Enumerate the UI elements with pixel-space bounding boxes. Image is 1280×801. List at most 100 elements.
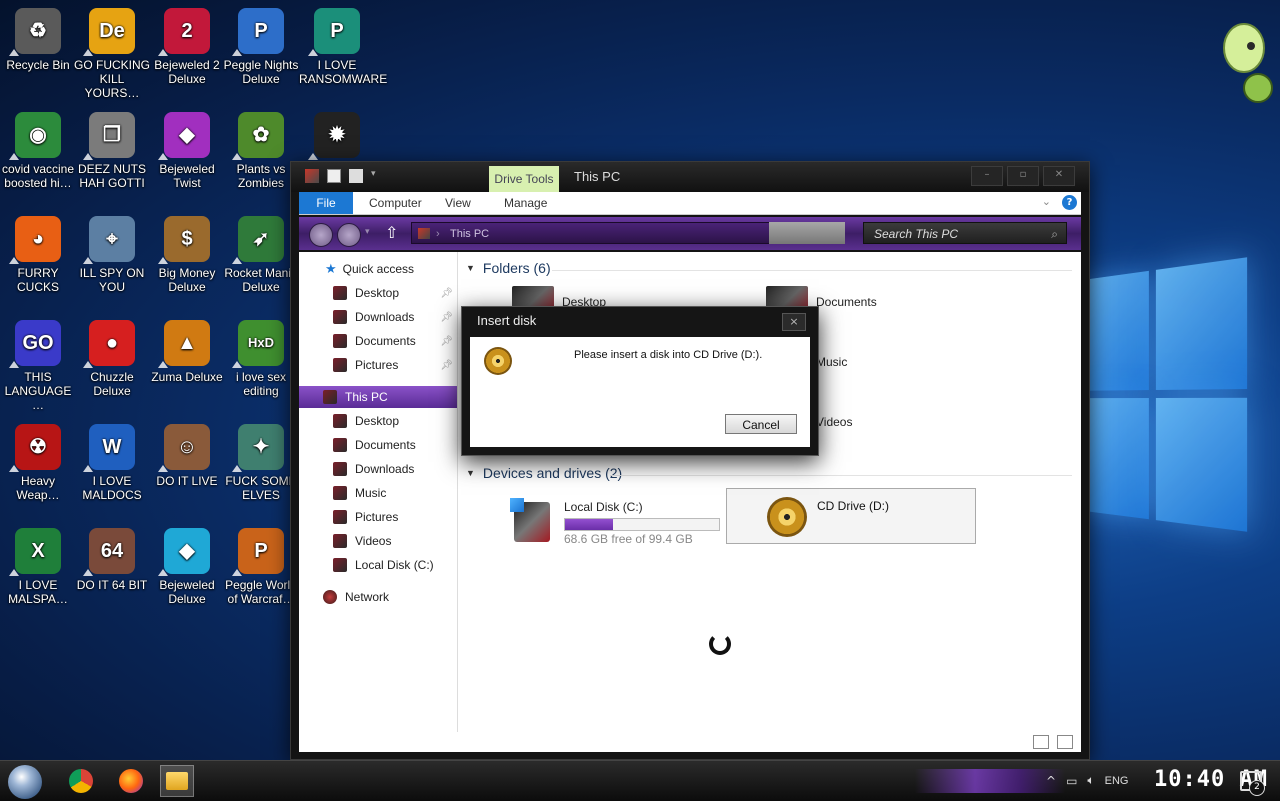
folder-label: Documents [816, 295, 877, 309]
folder-label: Videos [816, 415, 853, 429]
nav-item[interactable]: Desktop [299, 410, 457, 432]
desktop-icon[interactable]: P Peggle World of Warcraf… [223, 528, 299, 606]
new-folder-icon[interactable] [349, 169, 363, 183]
taskbar-chrome[interactable] [64, 765, 98, 797]
desktop-icon-label: I LOVE MALDOCS [82, 474, 142, 502]
details-view-icon[interactable] [1033, 735, 1049, 749]
network-tray-icon[interactable]: ▭ [1066, 774, 1077, 788]
nav-item[interactable]: Local Disk (C:) [299, 554, 457, 576]
desktop-icon[interactable]: WI LOVE MALDOCS [74, 424, 150, 502]
large-icons-view-icon[interactable] [1057, 735, 1073, 749]
pin-icon[interactable]: 📌︎ [440, 336, 453, 347]
pin-icon[interactable]: 📌︎ [440, 360, 453, 371]
collapse-triangle-icon: ▼ [466, 468, 475, 478]
search-icon[interactable]: ⌕ [1051, 223, 1058, 245]
nav-quick-access[interactable]: ★ Quick access [299, 258, 457, 280]
file-explorer-window: ▾ Drive Tools This PC – ▫ ✕ File Compute… [290, 161, 1090, 760]
desktop-icon-label: DO IT LIVE [156, 474, 218, 488]
local-disk-c[interactable]: Local Disk (C:) 68.6 GB free of 99.4 GB [510, 496, 724, 550]
nav-label: Documents [355, 334, 416, 348]
search-placeholder: Search This PC [874, 227, 959, 241]
desktop-icon[interactable]: ▲ Zuma Deluxe [149, 320, 225, 384]
folder-icon [333, 558, 347, 572]
minimize-button[interactable]: – [971, 166, 1003, 186]
desktop-icon[interactable]: ☺ DO IT LIVE [149, 424, 225, 488]
recent-locations-chevron-icon[interactable]: ▾ [365, 227, 370, 237]
expand-ribbon-chevron-icon[interactable]: ⌄ [1042, 195, 1051, 208]
nav-item[interactable]: Music [299, 482, 457, 504]
desktop-icon[interactable]: ● Chuzzle Deluxe [74, 320, 150, 398]
desktop-icon[interactable]: ◆ Bejeweled Twist [149, 112, 225, 190]
address-dropdown[interactable] [769, 222, 845, 244]
desktop-icon[interactable]: GO THIS LANGUAGE … [0, 320, 76, 412]
taskbar-file-explorer[interactable] [160, 765, 194, 797]
desktop-icon[interactable]: ◉ covid vaccine boosted hi… [0, 112, 76, 190]
nav-item[interactable]: Pictures [299, 506, 457, 528]
desktop-icon[interactable]: HxD i love sex editing [223, 320, 299, 398]
devices-group-header[interactable]: ▼ Devices and drives (2) [466, 465, 622, 481]
desktop-icon-label: Bejeweled 2 Deluxe [154, 58, 220, 86]
maximize-button[interactable]: ▫ [1007, 166, 1039, 186]
close-button[interactable]: ✕ [1043, 166, 1075, 186]
input-language-indicator[interactable]: ENG [1105, 775, 1129, 787]
desktop-icon[interactable]: ✿ Plants vs Zombies [223, 112, 299, 190]
pin-icon[interactable]: 📌︎ [440, 288, 453, 299]
tab-manage[interactable]: Manage [504, 192, 547, 214]
desktop-icon[interactable]: De GO FUCKING KILL YOURS… [74, 8, 150, 100]
desktop-icon-label: Bejeweled Twist [159, 162, 215, 190]
desktop-icon-label: Big Money Deluxe [158, 266, 216, 294]
desktop-icon[interactable]: $ Big Money Deluxe [149, 216, 225, 294]
nav-item[interactable]: Downloads [299, 458, 457, 480]
folder-label: Music [816, 355, 848, 369]
desktop-icon-label: Rocket Mania Deluxe [224, 266, 298, 294]
nav-this-pc[interactable]: This PC [299, 386, 457, 408]
tab-file[interactable]: File [299, 192, 353, 214]
breadcrumb-this-pc[interactable]: This PC [450, 228, 489, 240]
cancel-button[interactable]: Cancel [725, 414, 797, 434]
volume-icon[interactable]: 🔈︎ [1087, 773, 1094, 788]
desktop-icon[interactable]: PI LOVE RANSOMWARE [299, 8, 387, 86]
desktop-icon[interactable]: P Peggle Nights Deluxe [223, 8, 299, 86]
tab-view[interactable]: View [445, 192, 471, 214]
desktop-icon[interactable]: ☢ Heavy Weap… [0, 424, 76, 502]
properties-icon[interactable] [327, 169, 341, 183]
drive-tools-contextual-tab[interactable]: Drive Tools [489, 166, 559, 192]
desktop-icon[interactable]: ⌖ ILL SPY ON YOU [74, 216, 150, 294]
nav-network[interactable]: Network [299, 586, 457, 608]
desktop-icon[interactable]: 2 Bejeweled 2 Deluxe [149, 8, 225, 86]
desktop-icon[interactable]: ❐ DEEZ NUTS HAH GOTTI [74, 112, 150, 190]
folders-group-header[interactable]: ▼ Folders (6) [466, 260, 551, 276]
desktop-icon[interactable]: ♻ Recycle Bin [0, 8, 76, 72]
dialog-close-button[interactable]: × [782, 313, 806, 331]
nav-item[interactable]: Documents [299, 434, 457, 456]
desktop-icon[interactable]: ◆ Bejeweled Deluxe [149, 528, 225, 606]
folder-icon [333, 510, 347, 524]
help-icon[interactable]: ? [1062, 195, 1077, 210]
cd-drive-d[interactable]: CD Drive (D:) [726, 488, 976, 544]
desktop-icon[interactable]: 64 DO IT 64 BIT [74, 528, 150, 592]
desktop-icon[interactable]: ➶ Rocket Mania Deluxe [223, 216, 299, 294]
nav-item[interactable]: Documents 📌︎ [299, 330, 457, 352]
start-button[interactable] [8, 765, 42, 799]
nav-item[interactable]: Pictures 📌︎ [299, 354, 457, 376]
taskbar-firefox[interactable] [114, 765, 148, 797]
chevron-down-icon[interactable]: ▾ [371, 169, 379, 183]
up-arrow-icon[interactable]: ⇧ [385, 223, 398, 242]
nav-item[interactable]: Videos [299, 530, 457, 552]
nav-item[interactable]: Desktop 📌︎ [299, 282, 457, 304]
desktop-icon[interactable]: XI LOVE MALSPA… [0, 528, 76, 606]
chevron-up-icon[interactable]: ^ [1046, 774, 1056, 788]
this-pc-icon [323, 390, 337, 404]
desktop-icon[interactable]: ✦ FUCK SOME ELVES [223, 424, 299, 502]
desktop-icon[interactable]: ✹ [299, 112, 375, 162]
forward-button[interactable] [337, 223, 361, 247]
desktop-icon[interactable]: ◕ FURRY CUCKS [0, 216, 76, 294]
explorer-folder-icon[interactable] [305, 169, 319, 183]
nav-item[interactable]: Downloads 📌︎ [299, 306, 457, 328]
tab-computer[interactable]: Computer [369, 192, 422, 214]
title-bar[interactable]: ▾ Drive Tools This PC – ▫ ✕ [291, 162, 1089, 192]
taskbar: ^ ▭ 🔈︎ ENG 10:40 AM 2 [0, 760, 1280, 801]
pin-icon[interactable]: 📌︎ [440, 312, 453, 323]
back-button[interactable] [309, 223, 333, 247]
search-input[interactable]: Search This PC ⌕ [863, 222, 1067, 244]
